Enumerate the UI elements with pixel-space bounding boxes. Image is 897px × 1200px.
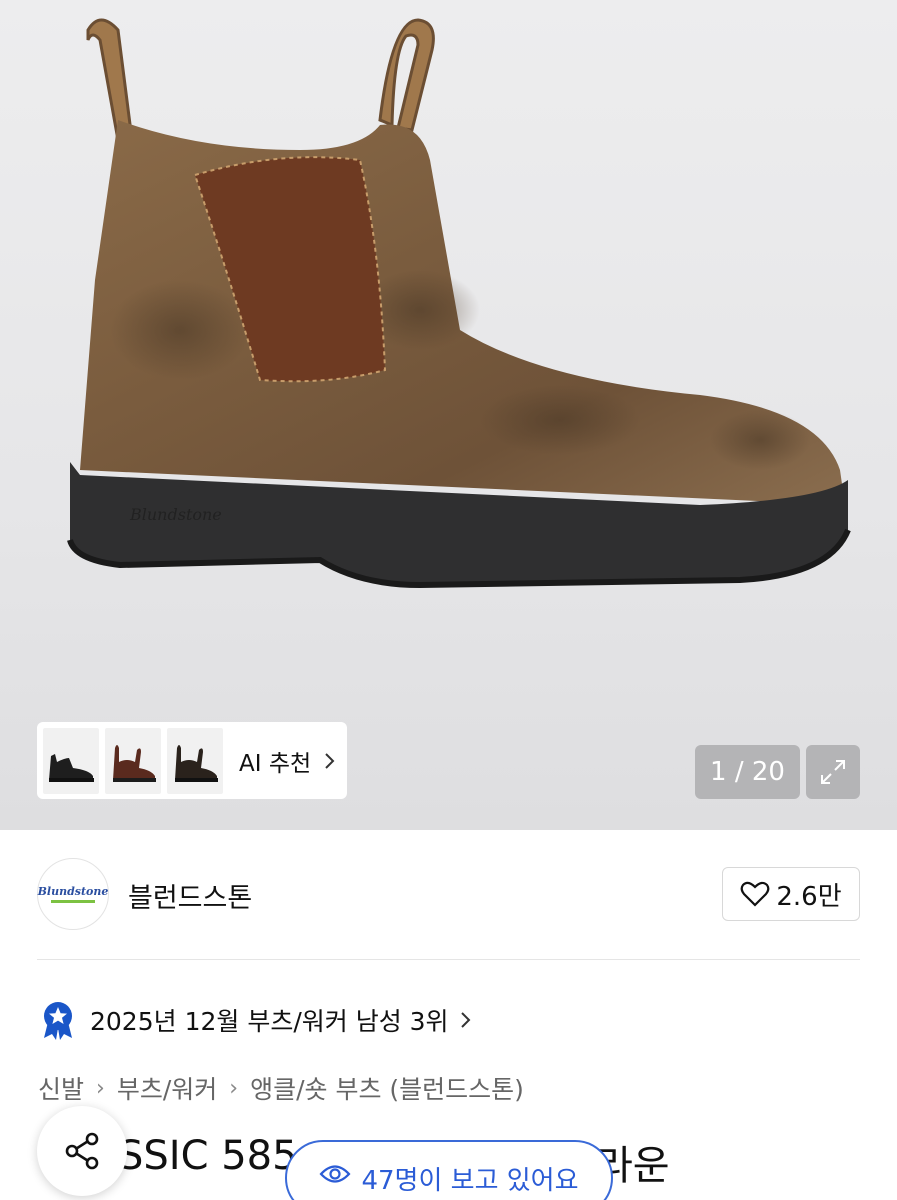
ai-recommend-strip[interactable]: AI 추천: [37, 722, 347, 799]
divider: [37, 959, 860, 960]
share-button[interactable]: [37, 1106, 127, 1196]
viewers-text: 47명이 보고 있어요: [361, 1166, 579, 1196]
viewers-badge[interactable]: 47명이 보고 있어요: [285, 1140, 613, 1200]
thumbnail-black-boot[interactable]: [43, 727, 99, 794]
image-counter: 1 / 20: [695, 745, 800, 799]
thumbnail-dark-boot[interactable]: [167, 727, 223, 794]
brand-logo[interactable]: Blundstone: [37, 858, 109, 930]
brand-logo-text: Blundstone: [37, 885, 109, 898]
brand-name[interactable]: 블런드스톤: [128, 876, 252, 915]
breadcrumb-item[interactable]: 앵클/숏 부츠 (블런드스톤): [250, 1070, 524, 1106]
expand-icon: [821, 760, 845, 784]
ai-recommend-label[interactable]: AI 추천: [239, 744, 311, 778]
product-image-area[interactable]: Blundstone AI 추천 1 / 20: [0, 0, 897, 830]
like-button[interactable]: 2.6만: [722, 867, 860, 921]
brand-logo-bar: [51, 900, 95, 903]
eye-icon: [319, 1165, 351, 1183]
product-title: SSIC 585: [118, 1133, 298, 1179]
chevron-right-icon: [325, 752, 335, 769]
svg-text:Blundstone: Blundstone: [129, 505, 222, 524]
ranking-text: 2025년 12월 부츠/워커 남성 3위: [90, 1007, 449, 1036]
thumbnail-brown-boot[interactable]: [105, 727, 161, 794]
like-count: 2.6만: [776, 881, 842, 912]
share-icon: [65, 1132, 99, 1170]
chevron-right-icon: ›: [96, 1075, 105, 1101]
breadcrumb-item[interactable]: 부츠/워커: [117, 1070, 217, 1106]
product-image: Blundstone: [67, 18, 851, 589]
expand-button[interactable]: [806, 745, 860, 799]
star-badge-icon: [44, 1002, 72, 1040]
breadcrumb-item[interactable]: 신발: [38, 1070, 84, 1106]
ranking-link[interactable]: 2025년 12월 부츠/워커 남성 3위: [40, 998, 473, 1042]
brand-row: Blundstone 블런드스톤 2.6만: [37, 858, 860, 932]
heart-icon: [740, 881, 770, 907]
breadcrumb: 신발 › 부츠/워커 › 앵클/숏 부츠 (블런드스톤): [38, 1070, 524, 1106]
chevron-right-icon: ›: [229, 1075, 239, 1101]
chevron-right-icon: [460, 1012, 470, 1028]
